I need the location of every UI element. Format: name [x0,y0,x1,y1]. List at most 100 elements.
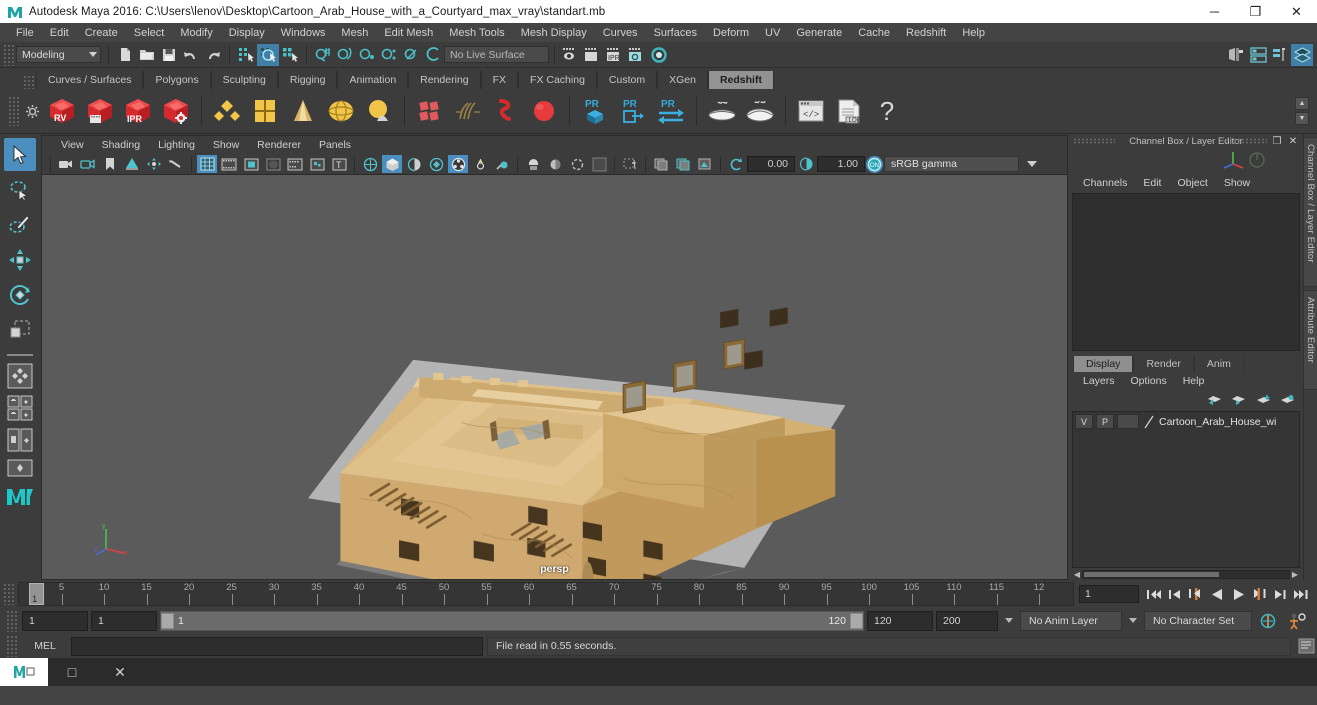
oculus-icon[interactable] [166,155,186,173]
redshift-pr-object-icon[interactable]: PR [576,92,614,130]
resolution-gate-icon[interactable] [241,155,261,173]
redshift-log-icon[interactable]: .LOG [830,92,868,130]
redshift-help-icon[interactable]: ? [868,92,906,130]
isolate-select-icon[interactable] [620,155,640,173]
redshift-pr-transfer-icon[interactable]: PR [652,92,690,130]
single-perspective-layout-icon[interactable] [4,457,36,479]
select-by-object-icon[interactable] [257,43,279,66]
redshift-proxy-icon[interactable] [411,92,449,130]
redshift-area-light-icon[interactable] [208,92,246,130]
shelf-tab-xgen[interactable]: XGen [657,71,708,89]
redshift-render-settings-icon[interactable] [157,92,195,130]
go-to-end-icon[interactable] [1291,584,1311,604]
panel-grip[interactable] [1073,138,1115,144]
channel-box-content[interactable] [1072,193,1300,351]
menu-surfaces[interactable]: Surfaces [646,25,705,41]
layer-list-scrollbar[interactable]: ◀ ▶ [1069,568,1303,581]
smooth-shade-selected-icon[interactable] [404,155,424,173]
channel-menu-show[interactable]: Show [1216,175,1258,191]
snap-to-view-plane-icon[interactable] [400,44,422,66]
menu-select[interactable]: Select [126,25,173,41]
range-slider-grip[interactable] [6,609,17,632]
menu-curves[interactable]: Curves [595,25,646,41]
shelf-row-grip[interactable] [8,96,19,126]
exposure-value[interactable]: 0.00 [747,156,795,172]
redo-icon[interactable] [202,44,224,66]
time-slider-grip[interactable] [3,583,14,605]
close-button[interactable]: ✕ [1276,0,1317,23]
use-all-lights-icon[interactable] [545,155,565,173]
shelf-tab-redshift[interactable]: Redshift [707,71,774,89]
image-plane-icon[interactable] [122,155,142,173]
menuset-selector[interactable]: Modeling [16,46,101,63]
chevron-down-icon[interactable] [1027,161,1037,167]
channel-box-icon[interactable] [1291,43,1313,66]
anim-end-field[interactable]: 200 [936,610,998,631]
range-start-field[interactable]: 1 [91,610,157,631]
film-gate-icon[interactable] [219,155,239,173]
shelf-grip[interactable] [23,75,34,89]
menu-generate[interactable]: Generate [788,25,850,41]
menu-file[interactable]: File [8,25,42,41]
viewport-menu-shading[interactable]: Shading [93,138,150,152]
chevron-down-icon[interactable] [1005,618,1013,623]
menu-modify[interactable]: Modify [172,25,220,41]
persp-outliner-layout-icon[interactable] [4,393,36,423]
render-settings-icon[interactable] [626,44,648,66]
range-end-field[interactable]: 120 [867,610,933,631]
panel-grip-right[interactable] [1225,138,1267,144]
go-to-start-icon[interactable] [1144,584,1164,604]
render-current-frame-icon[interactable] [582,44,604,66]
gate-mask-icon[interactable] [263,155,283,173]
camera-attributes-icon[interactable] [78,155,98,173]
redshift-render-sequence-icon[interactable] [81,92,119,130]
play-forwards-icon[interactable] [1228,584,1248,604]
taskbar-close-item[interactable]: ✕ [96,658,144,686]
layer-row[interactable]: V P Cartoon_Arab_House_wi [1073,412,1299,432]
step-forward-frame-icon[interactable] [1249,584,1269,604]
shelf-options-icon[interactable] [21,92,43,130]
layer-tab-render[interactable]: Render [1133,355,1194,372]
layer-name[interactable]: Cartoon_Arab_House_wi [1159,416,1276,428]
redshift-bake-all-icon[interactable] [741,92,779,130]
scrollbar-thumb[interactable] [1084,572,1219,577]
select-by-component-icon[interactable] [279,44,301,66]
menu-mesh[interactable]: Mesh [333,25,376,41]
exposure-icon[interactable] [726,155,746,173]
layer-list[interactable]: V P Cartoon_Arab_House_wi [1072,410,1300,568]
gamma-value[interactable]: 1.00 [817,156,865,172]
viewport-3d-canvas[interactable]: y x z persp [42,175,1067,579]
range-bar[interactable]: 1 120 [160,610,864,631]
shelf-scroll-down-icon[interactable]: ▼ [1295,112,1309,125]
grid-display-icon[interactable] [651,155,671,173]
ao-icon[interactable] [589,155,609,173]
paint-select-tool[interactable] [4,208,36,241]
redshift-portal-light-icon[interactable] [246,92,284,130]
redshift-sphere-icon[interactable] [525,92,563,130]
step-back-keyframe-icon[interactable] [1165,584,1185,604]
channel-menu-edit[interactable]: Edit [1135,175,1169,191]
viewport-menu-panels[interactable]: Panels [310,138,360,152]
tool-settings-icon[interactable] [1269,44,1291,66]
scale-tool[interactable] [4,313,36,346]
snap-to-projected-center-icon[interactable] [378,44,400,66]
color-management-icon[interactable]: ON [866,155,883,173]
menu-uv[interactable]: UV [757,25,788,41]
shelf-tab-curves-surfaces[interactable]: Curves / Surfaces [36,71,144,89]
redshift-script-editor-icon[interactable]: </> [792,92,830,130]
color-profile-selector[interactable]: sRGB gamma [884,156,1019,172]
view-compass-icon[interactable] [1219,148,1279,172]
use-default-lighting-icon[interactable] [523,155,543,173]
layer-tab-anim[interactable]: Anim [1193,355,1244,372]
move-tool[interactable] [4,243,36,276]
viewport-menu-renderer[interactable]: Renderer [248,138,310,152]
shadows-icon[interactable] [567,155,587,173]
menu-create[interactable]: Create [77,25,126,41]
menu-edit[interactable]: Edit [42,25,77,41]
xray-icon[interactable] [470,155,490,173]
smooth-shade-all-icon[interactable] [382,155,402,173]
wireframe-shading-icon[interactable] [360,155,380,173]
character-set-selector[interactable]: No Character Set [1144,610,1252,631]
make-live-icon[interactable] [422,44,444,66]
select-tool[interactable] [4,138,36,171]
